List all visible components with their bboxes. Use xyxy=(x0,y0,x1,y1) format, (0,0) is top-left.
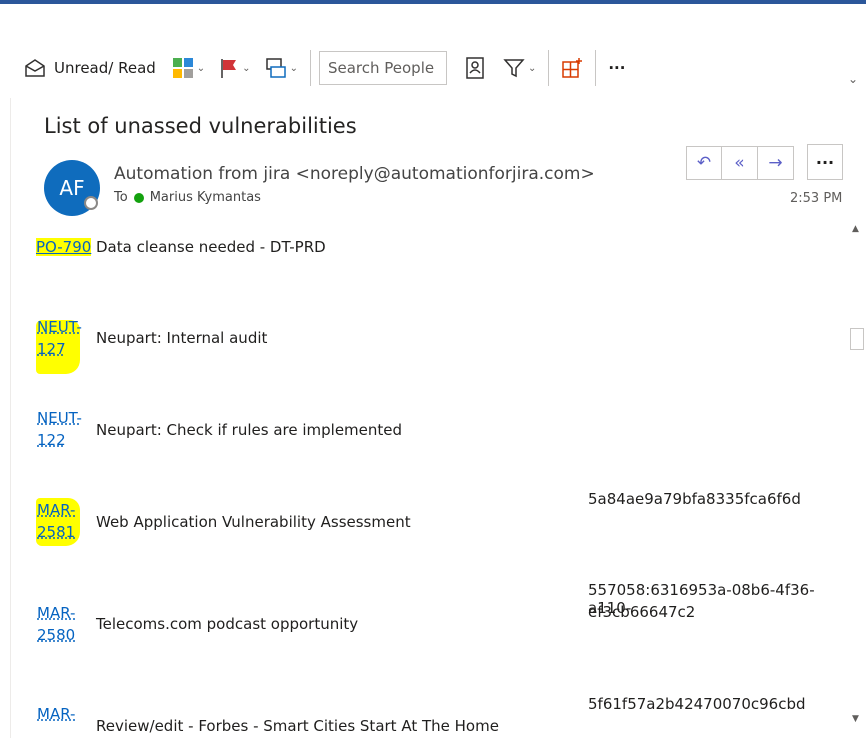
forward-icon: → xyxy=(768,153,783,173)
window-top-area xyxy=(0,4,866,42)
presence-status-icon xyxy=(84,196,98,210)
scroll-up-icon[interactable]: ▲ xyxy=(852,224,859,234)
reading-toolbar: Unread/ Read ⌄ ⌄ ⌄ Search People ⌄ ··· ⌄ xyxy=(0,42,866,94)
account-id: ef3cb66647c2 xyxy=(588,603,696,621)
scroll-down-icon[interactable]: ▼ xyxy=(852,714,859,724)
more-options-button[interactable]: ··· xyxy=(604,50,629,86)
recipient-name[interactable]: Marius Kymantas xyxy=(150,190,261,205)
flag-icon xyxy=(221,59,237,78)
issue-key-link[interactable]: PO-790 xyxy=(36,238,92,256)
issue-key-link[interactable]: NEUT- xyxy=(37,409,82,427)
issue-key-link[interactable]: NEUT- xyxy=(37,318,82,336)
issue-summary: Data cleanse needed - DT-PRD xyxy=(96,238,326,256)
received-time: 2:53 PM xyxy=(790,191,843,206)
sender-line[interactable]: Automation from jira <noreply@automation… xyxy=(114,164,595,184)
more-icon: ··· xyxy=(815,152,835,172)
issue-summary: Neupart: Check if rules are implemented xyxy=(96,421,403,439)
reply-button[interactable]: ↶ xyxy=(686,146,722,180)
avatar-initials: AF xyxy=(59,176,85,200)
chevron-down-icon: ⌄ xyxy=(196,62,206,74)
add-in-icon xyxy=(562,58,583,78)
issue-summary: Neupart: Internal audit xyxy=(96,329,268,347)
ribbon-expand-icon[interactable]: ⌄ xyxy=(848,72,858,86)
email-subject: List of unassed vulnerabilities xyxy=(44,114,357,138)
reply-all-icon: « xyxy=(734,153,745,173)
issue-summary: Web Application Vulnerability Assessment xyxy=(96,513,411,531)
message-actions: ↶ « → xyxy=(686,146,794,180)
issue-key-link[interactable]: 2581 xyxy=(37,523,75,541)
account-id: 5f61f57a2b42470070c96cbd xyxy=(588,695,806,713)
filter-icon xyxy=(503,59,525,78)
more-actions-button[interactable]: ··· xyxy=(807,144,843,180)
move-to-folder-icon xyxy=(265,58,286,78)
vertical-scrollbar[interactable]: ▲ ▼ xyxy=(846,218,866,738)
toolbar-divider xyxy=(595,50,597,86)
issue-key-link[interactable]: 122 xyxy=(37,431,66,449)
toolbar-divider xyxy=(309,50,311,86)
account-id: 5a84ae9a79bfa8335fca6f6d xyxy=(588,490,801,508)
chevron-down-icon: ⌄ xyxy=(242,62,251,74)
reply-all-button[interactable]: « xyxy=(722,146,758,180)
add-in-button[interactable] xyxy=(557,50,587,86)
address-book-icon xyxy=(466,57,484,79)
follow-up-button[interactable]: ⌄ xyxy=(215,50,254,86)
categorize-icon xyxy=(172,58,193,78)
scrollbar-thumb[interactable] xyxy=(850,328,864,350)
recipient-line: To Marius Kymantas xyxy=(114,190,261,205)
unread-read-label: Unread/ Read xyxy=(54,59,156,77)
issue-key-link[interactable]: 127 xyxy=(37,340,66,358)
issue-summary: Review/edit - Forbes - Smart Cities Star… xyxy=(96,717,499,735)
address-book-button[interactable] xyxy=(461,50,489,86)
issue-key-link[interactable]: MAR- xyxy=(37,501,75,519)
categorize-button[interactable]: ⌄ xyxy=(168,50,209,86)
toolbar-divider xyxy=(548,50,550,86)
chevron-down-icon: ⌄ xyxy=(527,62,537,74)
issue-key-link[interactable]: MAR- xyxy=(37,604,75,622)
email-body: PO-790 Data cleanse needed - DT-PRD NEUT… xyxy=(0,218,846,738)
forward-button[interactable]: → xyxy=(758,146,794,180)
issue-key-link[interactable]: MAR- xyxy=(37,705,75,723)
envelope-icon xyxy=(25,59,45,77)
filter-email-button[interactable]: ⌄ xyxy=(499,50,540,86)
issue-key-link[interactable]: 2580 xyxy=(37,626,75,644)
chevron-down-icon: ⌄ xyxy=(289,62,298,74)
unread-read-button[interactable]: Unread/ Read xyxy=(20,50,160,86)
to-label: To xyxy=(114,190,128,205)
reply-icon: ↶ xyxy=(696,153,712,173)
search-people-input[interactable]: Search People xyxy=(318,51,447,85)
available-status-icon xyxy=(133,192,144,203)
move-button[interactable]: ⌄ xyxy=(261,50,302,86)
issue-summary: Telecoms.com podcast opportunity xyxy=(96,615,359,633)
